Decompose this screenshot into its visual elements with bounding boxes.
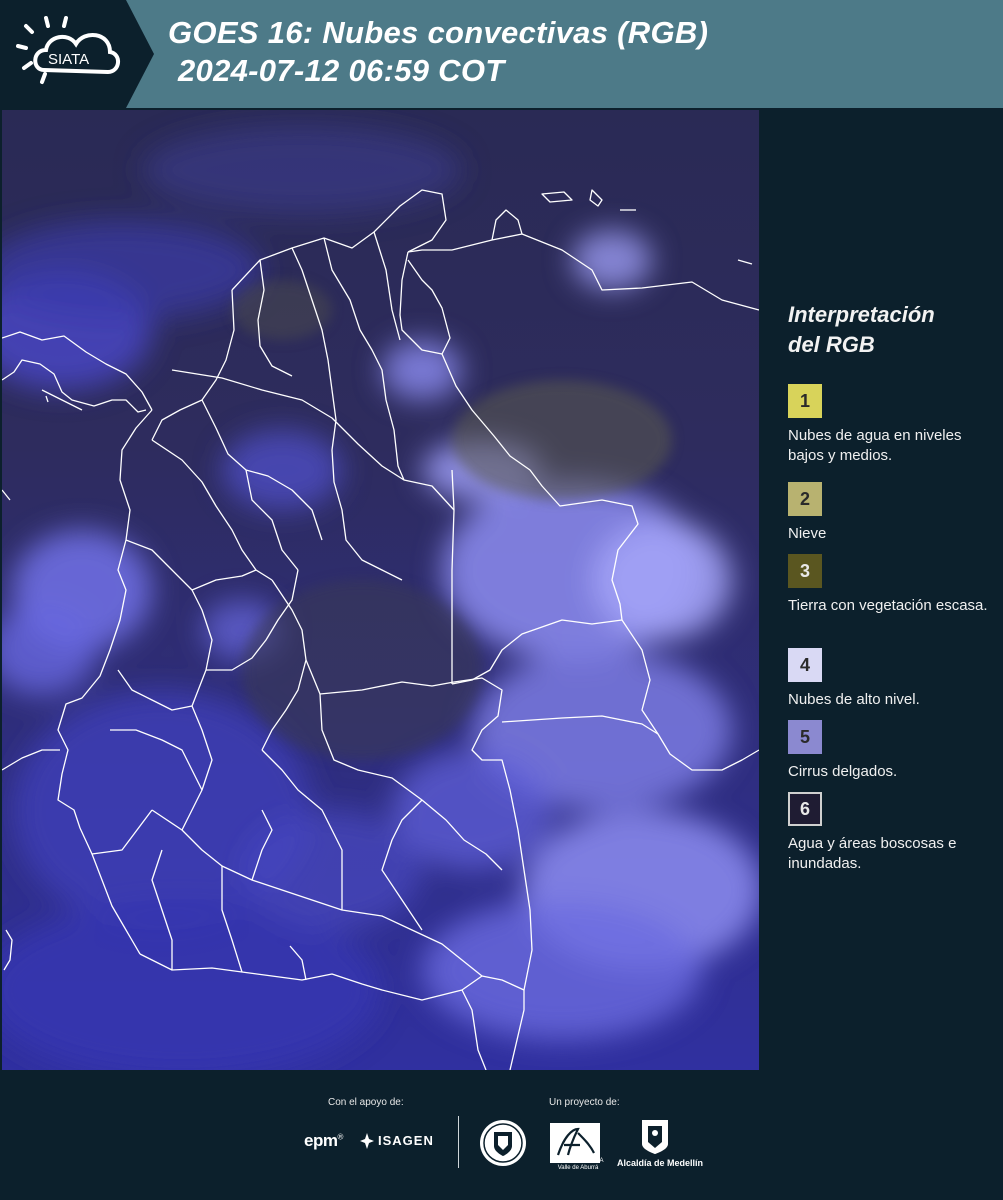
support-label: Con el apoyo de: (328, 1097, 404, 1108)
logo-text: SIATA (48, 51, 89, 68)
legend-label: Nubes de alto nivel. (788, 691, 920, 708)
satellite-map[interactable] (2, 110, 759, 1070)
legend-swatch: 4 (788, 648, 822, 682)
legend-label: Agua y áreas boscosas e inundadas. (788, 835, 957, 872)
map-canvas (2, 110, 759, 1070)
legend-panel: Interpretación del RGB 1 Nubes de agua en… (760, 110, 1003, 1070)
legend-item-3: 3 Tierra con vegetación escasa. (788, 554, 993, 616)
legend-item-1: 1 Nubes de agua en niveles bajos y medios… (788, 384, 993, 466)
legend-swatch: 5 (788, 720, 822, 754)
footer-divider (458, 1116, 459, 1168)
header-bar: SIATA GOES 16: Nubes convectivas (RGB) 2… (0, 0, 1003, 108)
page-title: GOES 16: Nubes convectivas (RGB) 2024-07… (168, 14, 708, 90)
title-line-2: 2024-07-12 06:59 COT (178, 53, 505, 88)
title-line-1: GOES 16: Nubes convectivas (RGB) (168, 15, 709, 50)
legend-item-6: 6 Agua y áreas boscosas e inundadas. (788, 792, 993, 874)
legend-item-4: 4 Nubes de alto nivel. (788, 648, 993, 710)
epm-logo-text: epm (304, 1131, 338, 1150)
area-metropolitana-text: METROPOLITANA Valle de Aburrá (548, 1158, 608, 1172)
legend-swatch: 2 (788, 482, 822, 516)
area-text-line-1: METROPOLITANA (552, 1158, 604, 1164)
legend-swatch: 1 (788, 384, 822, 418)
area-text-line-2: Valle de Aburrá (557, 1165, 599, 1171)
isagen-logo: ISAGEN (378, 1133, 434, 1148)
legend-label: Tierra con vegetación escasa. (788, 597, 988, 614)
medellin-seal-icon (480, 1120, 526, 1166)
epm-logo: epm® (304, 1131, 343, 1150)
project-label: Un proyecto de: (549, 1097, 620, 1108)
sun-cloud-icon: SIATA (16, 16, 120, 84)
legend-title: Interpretación del RGB (788, 300, 935, 360)
legend-title-line-2: del RGB (788, 332, 875, 357)
legend-swatch: 3 (788, 554, 822, 588)
legend-item-2: 2 Nieve (788, 482, 993, 544)
legend-label: Nubes de agua en niveles bajos y medios. (788, 427, 962, 464)
legend-label: Nieve (788, 525, 827, 542)
legend-swatch: 6 (788, 792, 822, 826)
legend-label: Cirrus delgados. (788, 763, 898, 780)
legend-item-5: 5 Cirrus delgados. (788, 720, 993, 782)
siata-logo: SIATA (0, 0, 154, 108)
alcaldia-shield-icon (642, 1120, 668, 1154)
alcaldia-text: Alcaldía de Medellín (616, 1158, 704, 1168)
isagen-icon (360, 1133, 374, 1149)
legend-title-line-1: Interpretación (788, 302, 935, 327)
